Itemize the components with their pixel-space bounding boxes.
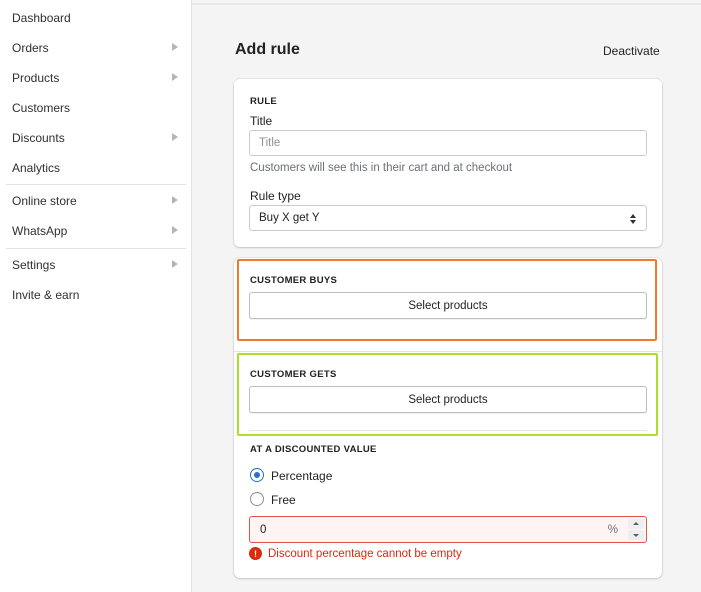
percentage-label[interactable]: Percentage	[271, 469, 332, 483]
sidebar-divider	[6, 184, 186, 185]
sidebar-item-label: Analytics	[12, 161, 61, 175]
free-radio[interactable]	[250, 492, 264, 506]
sidebar-item-label: Settings	[12, 258, 56, 272]
discount-value-input[interactable]: 0 %	[249, 516, 647, 543]
percentage-radio[interactable]	[250, 468, 264, 482]
number-stepper	[628, 519, 644, 540]
chevron-right-icon	[172, 260, 178, 268]
sidebar-item-dashboard[interactable]: Dashboard	[0, 6, 186, 30]
rule-type-select[interactable]: Buy X get Y	[249, 205, 647, 231]
sidebar-item-label: Invite & earn	[12, 288, 80, 302]
title-input[interactable]	[249, 130, 647, 156]
section-divider	[234, 351, 662, 352]
sidebar-item-label: Online store	[12, 194, 77, 208]
sidebar-item-whatsapp[interactable]: WhatsApp	[0, 219, 186, 243]
discount-error-message: Discount percentage cannot be empty	[268, 548, 462, 560]
chevron-right-icon	[172, 43, 178, 51]
top-divider	[192, 3, 701, 5]
discount-heading: AT A DISCOUNTED VALUE	[250, 444, 377, 455]
customer-gets-select-products-button[interactable]: Select products	[249, 386, 647, 413]
rule-type-value: Buy X get Y	[259, 212, 320, 224]
sidebar-divider	[6, 248, 186, 249]
increment-icon[interactable]	[628, 519, 644, 529]
title-label: Title	[250, 114, 273, 128]
free-label[interactable]: Free	[271, 493, 296, 507]
sidebar-item-orders[interactable]: Orders	[0, 36, 186, 60]
discount-value: 0	[260, 524, 267, 536]
sidebar-item-products[interactable]: Products	[0, 66, 186, 90]
chevron-right-icon	[172, 133, 178, 141]
sidebar-item-settings[interactable]: Settings	[0, 253, 186, 277]
sidebar-item-online-store[interactable]: Online store	[0, 189, 186, 213]
customer-buys-heading: CUSTOMER BUYS	[250, 275, 338, 286]
page-title: Add rule	[235, 41, 300, 58]
select-arrows-icon	[630, 214, 636, 224]
error-icon: !	[249, 547, 262, 560]
button-label: Select products	[408, 299, 488, 312]
sidebar-item-label: Discounts	[12, 131, 65, 145]
sidebar-item-label: Orders	[12, 41, 49, 55]
sidebar: Dashboard Orders Products Customers Disc…	[0, 0, 192, 592]
rule-type-label: Rule type	[250, 189, 301, 203]
rule-section-heading: RULE	[250, 96, 278, 107]
sidebar-item-label: Products	[12, 71, 60, 85]
sidebar-item-invite-earn[interactable]: Invite & earn	[0, 283, 186, 307]
decrement-icon[interactable]	[628, 530, 644, 540]
sidebar-item-label: WhatsApp	[12, 224, 68, 238]
customer-buys-select-products-button[interactable]: Select products	[249, 292, 647, 319]
deactivate-button[interactable]: Deactivate	[603, 44, 660, 58]
chevron-right-icon	[172, 73, 178, 81]
chevron-right-icon	[172, 196, 178, 204]
percent-suffix: %	[607, 524, 618, 536]
sidebar-item-label: Customers	[12, 101, 71, 115]
sidebar-item-customers[interactable]: Customers	[0, 96, 186, 120]
customer-gets-heading: CUSTOMER GETS	[250, 369, 337, 380]
sidebar-item-analytics[interactable]: Analytics	[0, 156, 186, 180]
sidebar-item-discounts[interactable]: Discounts	[0, 126, 186, 150]
section-divider	[249, 430, 647, 431]
button-label: Select products	[408, 393, 488, 406]
chevron-right-icon	[172, 226, 178, 234]
title-help-text: Customers will see this in their cart an…	[250, 162, 513, 174]
sidebar-item-label: Dashboard	[12, 11, 71, 25]
